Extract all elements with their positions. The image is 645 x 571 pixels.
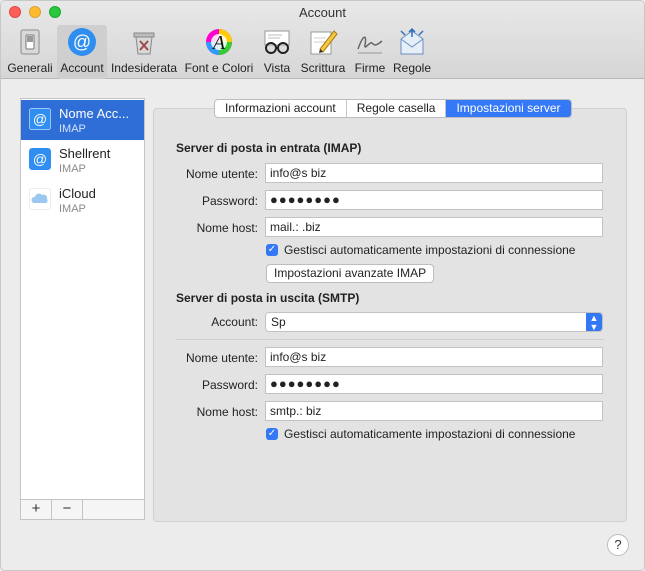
accounts-list-footer: + − [21,499,144,519]
outgoing-account-label: Account: [211,315,258,329]
incoming-username-label: Nome utente: [185,167,258,181]
tab-regole-casella[interactable]: Regole casella [347,100,447,117]
outgoing-username-label: Nome utente: [185,351,258,365]
window-title: Account [299,5,346,20]
account-tabs: Informazioni account Regole casella Impo… [214,99,572,118]
outgoing-section-title: Server di posta in uscita (SMTP) [176,291,360,305]
section-divider [176,339,604,340]
account-name: Shellrent [59,146,111,161]
toolbar-label: Vista [263,61,291,75]
chevron-updown-icon: ▲ ▼ [586,313,602,332]
at-sign-icon: @ [29,108,51,130]
outgoing-account-value: Sp [271,315,286,329]
pencil-icon [310,30,338,55]
toolbar-label: Font e Colori [184,61,254,75]
incoming-password-field[interactable]: ●●●●●●●● [265,190,603,210]
cloud-icon [29,188,51,210]
toolbar-item-vista[interactable]: Vista [259,25,295,79]
outgoing-auto-checkbox[interactable]: ✓ [266,428,278,440]
toolbar-item-regole[interactable]: Regole [391,25,433,79]
at-sign-icon: @ [68,28,96,56]
outgoing-account-select[interactable]: Sp ▲ ▼ [265,312,603,332]
toolbar-item-scrittura[interactable]: Scrittura [298,25,348,79]
toolbar-item-indesiderata[interactable]: Indesiderata [110,25,178,79]
svg-text:A: A [211,32,226,54]
at-sign-icon: @ [29,148,51,170]
incoming-auto-label: Gestisci automaticamente impostazioni di… [284,243,576,257]
toolbar-label: Indesiderata [110,61,178,75]
signature-icon [357,36,383,54]
preferences-toolbar: Generali @ Account Indesiderata A Font e… [1,25,644,79]
preferences-window: Account Generali @ Account Indesiderata … [0,0,645,571]
switch-icon [20,29,40,55]
tab-informazioni-account[interactable]: Informazioni account [215,100,347,117]
incoming-section-title: Server di posta in entrata (IMAP) [176,141,362,155]
tab-impostazioni-server[interactable]: Impostazioni server [446,100,571,117]
account-type: IMAP [59,123,86,135]
incoming-host-label: Nome host: [196,221,258,235]
trash-icon [133,32,155,55]
outgoing-host-label: Nome host: [196,405,258,419]
svg-text:@: @ [73,32,91,52]
toolbar-item-generali[interactable]: Generali [6,25,54,79]
rules-envelope-icon [400,27,424,55]
incoming-auto-checkbox[interactable]: ✓ [266,244,278,256]
account-type: IMAP [59,203,86,215]
remove-account-button[interactable]: − [52,500,83,519]
imap-advanced-button[interactable]: Impostazioni avanzate IMAP [266,264,435,283]
toolbar-label: Scrittura [300,61,346,75]
toolbar-label: Account [60,61,104,75]
toolbar-item-account[interactable]: @ Account [57,25,107,79]
toolbar-item-font-colori[interactable]: A Font e Colori [183,25,255,79]
account-item[interactable]: @ Nome Acc... IMAP [21,100,144,140]
outgoing-password-field[interactable]: ●●●●●●●● [265,374,603,394]
incoming-username-field[interactable]: info@s biz [265,163,603,183]
outgoing-host-field[interactable]: smtp.: biz [265,401,603,421]
outgoing-password-label: Password: [201,378,258,392]
svg-text:@: @ [33,151,47,167]
glasses-icon [264,30,290,54]
font-colors-icon: A [206,29,232,55]
toolbar-label: Generali [7,61,53,75]
add-account-button[interactable]: + [21,500,52,519]
toolbar-item-firme[interactable]: Firme [351,25,389,79]
toolbar-label: Firme [354,61,386,75]
incoming-host-field[interactable]: mail.: .biz [265,217,603,237]
outgoing-username-field[interactable]: info@s biz [265,347,603,367]
accounts-list: @ Nome Acc... IMAP @ Shellrent IMAP iClo… [20,98,145,520]
incoming-password-label: Password: [201,194,258,208]
toolbar-label: Regole [392,61,432,75]
outgoing-auto-label: Gestisci automaticamente impostazioni di… [284,427,576,441]
account-type: IMAP [59,163,86,175]
account-name: Nome Acc... [59,106,130,121]
svg-text:@: @ [33,111,47,127]
titlebar: Account Generali @ Account Indesiderata … [1,1,644,79]
help-button[interactable]: ? [607,534,629,556]
